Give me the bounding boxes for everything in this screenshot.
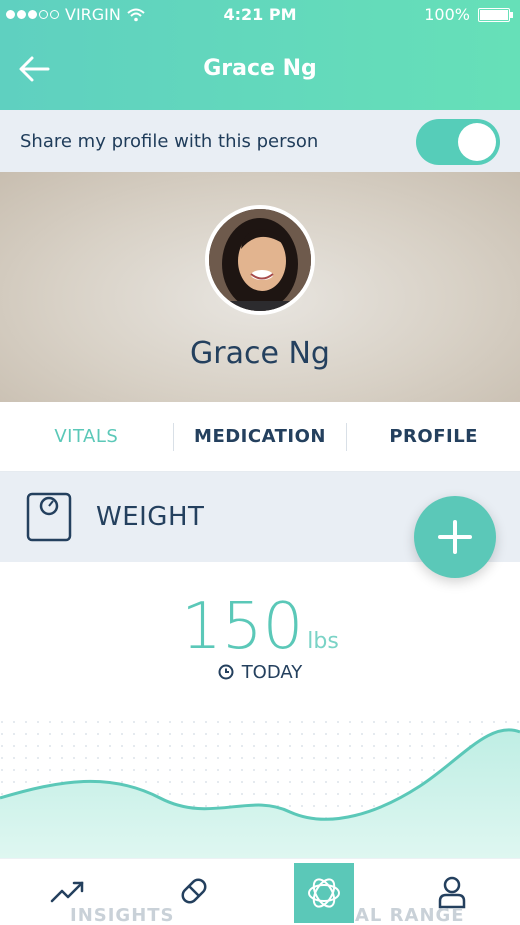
add-button[interactable] xyxy=(414,496,496,578)
weight-unit: lbs xyxy=(307,629,339,654)
page-title: Grace Ng xyxy=(203,56,317,81)
share-profile-toggle[interactable] xyxy=(416,119,500,165)
plus-icon xyxy=(438,520,472,554)
weight-reading: 150 lbs xyxy=(0,590,520,664)
status-right: 100% xyxy=(424,5,513,24)
scale-icon xyxy=(26,492,72,542)
battery-label: 100% xyxy=(424,5,470,24)
weight-title: WEIGHT xyxy=(96,502,205,532)
trend-icon xyxy=(50,881,84,903)
nav-faint-label-right: AL RANGE xyxy=(355,905,465,925)
profile-hero: Grace Ng xyxy=(0,172,520,402)
reading-date-label: TODAY xyxy=(241,662,303,683)
share-profile-row: Share my profile with this person xyxy=(0,110,520,172)
profile-icon xyxy=(438,876,466,909)
avatar xyxy=(205,205,315,315)
status-bar: VIRGIN 4:21 PM 100% xyxy=(0,0,520,30)
weight-trend-chart xyxy=(0,720,520,860)
nav-item-vitals[interactable] xyxy=(294,863,354,923)
pill-icon xyxy=(181,878,207,904)
vitals-icon xyxy=(308,878,340,908)
clock-icon xyxy=(218,664,234,680)
profile-name: Grace Ng xyxy=(190,336,330,371)
toggle-knob xyxy=(458,123,496,161)
tab-medication[interactable]: MEDICATION xyxy=(174,426,347,447)
header: VIRGIN 4:21 PM 100% Grace Ng xyxy=(0,0,520,110)
reading-date: TODAY xyxy=(0,662,520,683)
avatar-photo xyxy=(209,209,311,311)
nav-faint-label-left: INSIGHTS xyxy=(70,905,175,925)
battery-icon xyxy=(478,7,513,22)
tab-profile[interactable]: PROFILE xyxy=(347,426,520,447)
tab-vitals[interactable]: VITALS xyxy=(0,426,173,447)
share-profile-label: Share my profile with this person xyxy=(20,130,319,152)
weight-value: 150 xyxy=(181,590,304,664)
tab-bar: VITALS MEDICATION PROFILE xyxy=(0,402,520,472)
